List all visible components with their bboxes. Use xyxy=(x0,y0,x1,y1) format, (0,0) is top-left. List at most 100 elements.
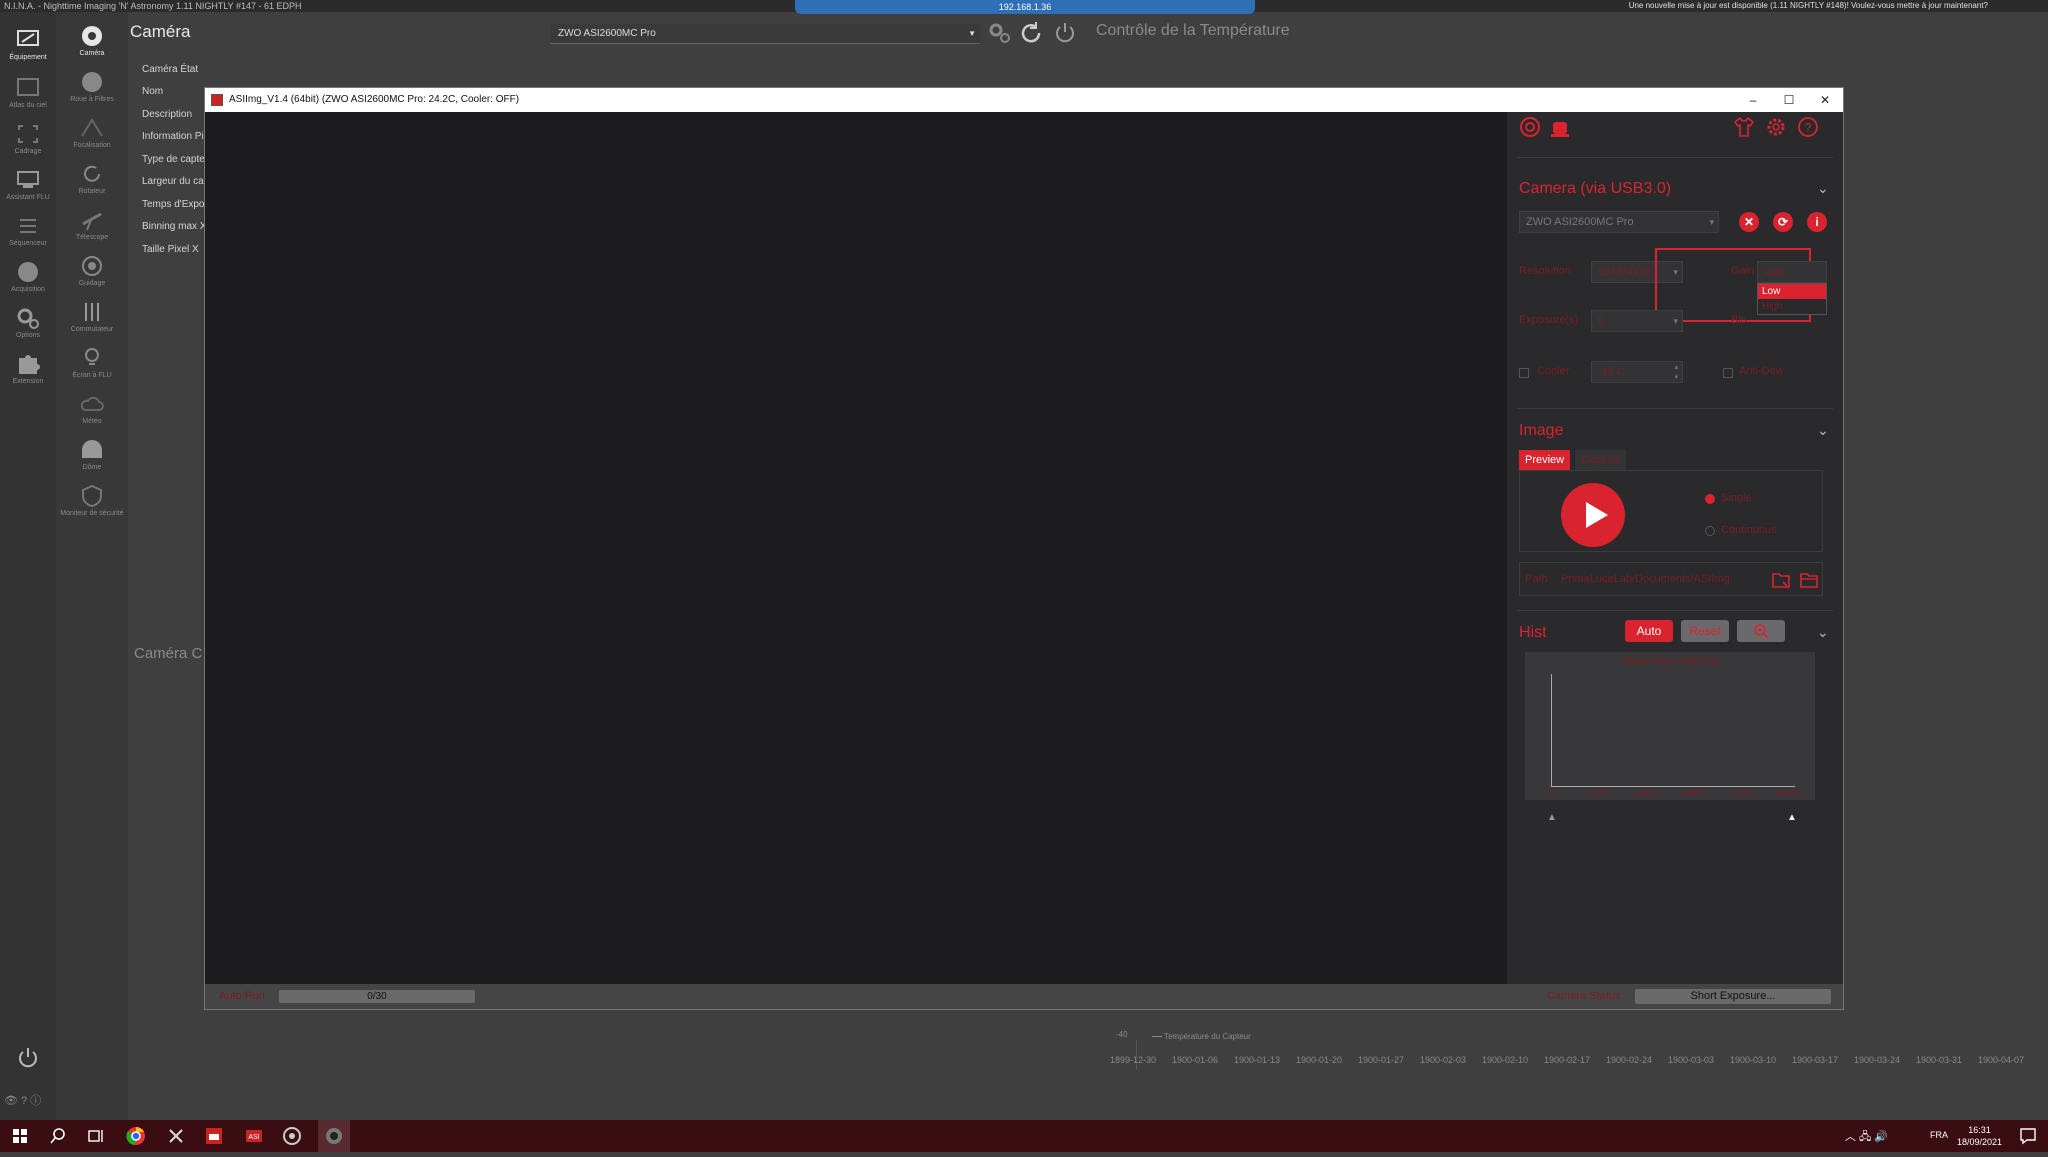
hist-tick: 39321 xyxy=(1683,789,1706,798)
subnav-item-safety-monitor[interactable]: Moniteur de sécurité xyxy=(56,480,128,524)
x-tick: 1900-03-10 xyxy=(1730,1055,1777,1065)
subnav-item-telescope[interactable]: Télescope xyxy=(56,204,128,248)
system-tray-icons[interactable]: ︿ 🖧 🔊 xyxy=(1845,1128,1888,1147)
subnav-label: Roue à Filtres xyxy=(70,96,114,103)
subnav-item-filter-wheel[interactable]: Roue à Filtres xyxy=(56,66,128,110)
gain-select[interactable]: Low xyxy=(1757,261,1827,283)
close-button[interactable]: ✕ xyxy=(1807,88,1843,112)
x-tick: 1900-04-07 xyxy=(1978,1055,2025,1065)
exposure-select[interactable]: 0 ▾ xyxy=(1591,310,1683,332)
play-icon[interactable] xyxy=(1561,483,1625,547)
subnav-item-focuser[interactable]: Focalisation xyxy=(56,112,128,156)
radio-single[interactable] xyxy=(1705,494,1715,504)
chevron-down-icon[interactable]: ⌄ xyxy=(1817,624,1829,641)
shirt-icon[interactable] xyxy=(1733,116,1755,138)
update-notice[interactable]: Une nouvelle mise à jour est disponible … xyxy=(1629,0,1988,12)
refresh-icon[interactable] xyxy=(1018,20,1044,46)
asiimg-window: ASIImg_V1.4 (64bit) (ZWO ASI2600MC Pro: … xyxy=(204,87,1844,1010)
settings-icon[interactable] xyxy=(986,20,1012,46)
tab-preview[interactable]: Preview xyxy=(1519,450,1571,470)
subnav-item-weather[interactable]: Météo xyxy=(56,388,128,432)
antidew-checkbox[interactable] xyxy=(1723,368,1733,378)
divider xyxy=(1517,157,1833,158)
minimize-button[interactable]: – xyxy=(1735,88,1771,112)
exposure-value: 0 xyxy=(1598,315,1605,327)
gain-value: Low xyxy=(1764,266,1785,278)
hist-reset-button[interactable]: Reset xyxy=(1681,620,1729,642)
camera-select[interactable]: ZWO ASI2600MC Pro ▼ xyxy=(550,24,980,44)
nav-item-equipment[interactable]: Équipement xyxy=(0,24,56,68)
asi-app-icon[interactable]: ASI xyxy=(244,1126,264,1146)
hist-low-slider-handle[interactable]: ▲ xyxy=(1547,812,1557,823)
chevron-down-icon[interactable]: ⌄ xyxy=(1817,422,1829,439)
hist-tick: 26214 xyxy=(1635,789,1658,798)
nav-item-extension[interactable]: Extension xyxy=(0,348,56,392)
path-value[interactable]: PrimaLuceLab/Documents/ASIImg xyxy=(1561,573,1761,585)
cooler-checkbox[interactable] xyxy=(1519,368,1529,378)
cooler-target-stepper[interactable]: -15 C ▴ ▾ xyxy=(1591,361,1683,383)
nav-label: Extension xyxy=(12,378,44,385)
language-indicator[interactable]: FRA xyxy=(1930,1130,1948,1140)
power-button-icon[interactable] xyxy=(1052,20,1078,46)
antidew-label: Anti-Dew xyxy=(1739,365,1784,377)
reconnect-button[interactable]: ⟳ xyxy=(1773,212,1793,232)
divider xyxy=(1517,610,1833,611)
subnav-item-flat-panel[interactable]: Écran à FLU xyxy=(56,342,128,386)
lifebuoy-icon[interactable] xyxy=(1519,116,1541,138)
help-icon[interactable]: ? xyxy=(1797,116,1819,138)
temperature-control-title: Contrôle de la Température xyxy=(1096,22,1290,39)
info-button[interactable]: i xyxy=(1807,212,1827,232)
taskbar-active-app[interactable] xyxy=(318,1120,350,1152)
subnav-item-guider[interactable]: Guidage xyxy=(56,250,128,294)
chevron-down-icon[interactable]: ⌄ xyxy=(1817,180,1829,197)
taskbar-clock[interactable]: 16:31 18/09/2021 xyxy=(1957,1124,2002,1148)
gain-option-low[interactable]: Low xyxy=(1758,284,1826,299)
maximize-button[interactable]: ☐ xyxy=(1771,88,1807,112)
nav-item-sequencer[interactable]: Séquenceur xyxy=(0,210,56,254)
legend-line xyxy=(1152,1036,1162,1038)
subnav-label: Guidage xyxy=(78,280,106,287)
nav-item-imaging[interactable]: Acquisition xyxy=(0,256,56,300)
app-icon-red[interactable] xyxy=(204,1126,224,1146)
notification-icon[interactable] xyxy=(2018,1126,2038,1146)
help-icons[interactable]: 👁 ? ⓘ xyxy=(4,1092,41,1108)
gear-icon[interactable] xyxy=(1765,116,1787,138)
remote-desktop-bar[interactable]: 192.168.1.36 xyxy=(795,0,1255,14)
gain-option-high[interactable]: High xyxy=(1758,299,1826,314)
hist-tick: 65535 xyxy=(1777,789,1800,798)
disconnect-button[interactable]: ✕ xyxy=(1739,212,1759,232)
subnav-item-rotator[interactable]: Rotateur xyxy=(56,158,128,202)
subnav-item-switch[interactable]: Commutateur xyxy=(56,296,128,340)
nav-item-framing[interactable]: Cadrage xyxy=(0,118,56,162)
x-tick: 1900-02-24 xyxy=(1606,1055,1653,1065)
switch-icon xyxy=(85,303,99,321)
temp-legend: Température du Capteur xyxy=(1152,1032,1251,1041)
folder-select-icon[interactable] xyxy=(1771,570,1791,590)
windows-start-icon[interactable] xyxy=(10,1126,30,1146)
tab-capture[interactable]: Capture xyxy=(1575,450,1627,470)
nav-item-flat-wizard[interactable]: Assistant FLU xyxy=(0,164,56,208)
hist-high-slider-handle[interactable]: ▲ xyxy=(1787,812,1797,823)
image-preview-area[interactable] xyxy=(205,112,1507,984)
task-view-icon[interactable] xyxy=(86,1126,106,1146)
search-icon[interactable] xyxy=(48,1126,68,1146)
nina-app-icon[interactable] xyxy=(282,1126,302,1146)
camera-model-select[interactable]: ZWO ASI2600MC Pro ▾ xyxy=(1519,211,1719,233)
app-icon-x[interactable] xyxy=(166,1126,186,1146)
radio-continuous[interactable] xyxy=(1705,526,1715,536)
folder-open-icon[interactable] xyxy=(1799,570,1819,590)
chrome-icon[interactable] xyxy=(126,1126,146,1146)
guider-icon xyxy=(82,256,102,276)
hist-auto-button[interactable]: Auto xyxy=(1625,620,1673,642)
nav-item-sky-atlas[interactable]: Atlas du ciel xyxy=(0,72,56,116)
hist-y-axis xyxy=(1551,674,1552,786)
subnav-item-dome[interactable]: Dôme xyxy=(56,434,128,478)
hist-zoom-button[interactable] xyxy=(1737,620,1785,642)
nav-item-options[interactable]: Options xyxy=(0,302,56,346)
chevron-down-icon: ▾ xyxy=(1709,217,1714,227)
asiimg-title-bar[interactable]: ASIImg_V1.4 (64bit) (ZWO ASI2600MC Pro: … xyxy=(205,88,1843,112)
power-icon[interactable] xyxy=(16,1046,40,1070)
subnav-item-camera[interactable]: Caméra xyxy=(56,20,128,64)
prop-exposure-time: Temps d'Expos xyxy=(142,199,210,210)
alarm-icon[interactable] xyxy=(1549,116,1571,138)
